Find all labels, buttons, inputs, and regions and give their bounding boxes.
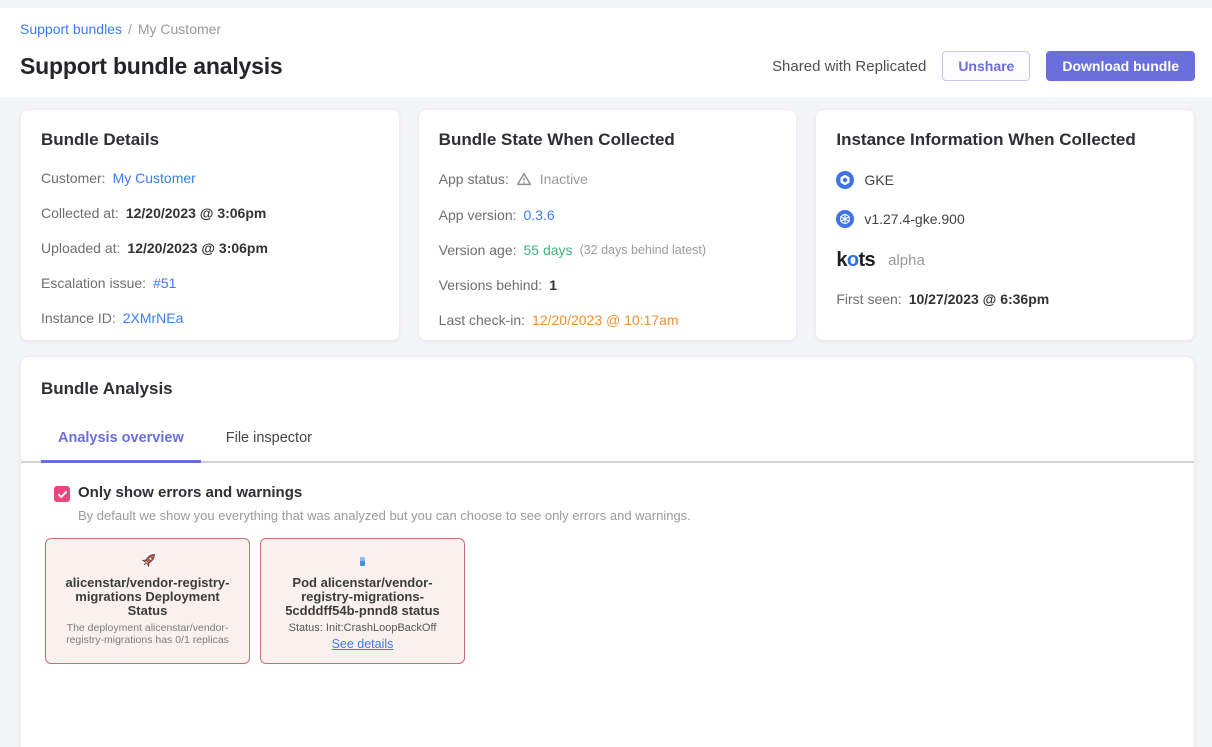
analysis-tabs: Analysis overview File inspector (21, 430, 1194, 463)
breadcrumb-separator: / (128, 21, 132, 37)
analysis-card-message: The deployment alicenstar/vendor-registr… (54, 622, 241, 646)
only-errors-checkbox[interactable] (54, 486, 70, 502)
first-seen-value: 10/27/2023 @ 6:36pm (909, 292, 1050, 306)
instance-id-link[interactable]: 2XMrNEa (123, 311, 184, 325)
version-age-note: (32 days behind latest) (580, 244, 706, 257)
distribution-row: GKE (836, 171, 1174, 189)
page-title: Support bundle analysis (20, 53, 283, 80)
app-version-label: App version: (439, 208, 517, 222)
see-details-link[interactable]: See details (332, 637, 394, 651)
shared-status-text: Shared with Replicated (772, 58, 926, 75)
breadcrumb-current: My Customer (138, 21, 221, 37)
instance-id-row: Instance ID: 2XMrNEa (41, 311, 379, 325)
app-version-row: App version: 0.3.6 (439, 208, 777, 222)
escalation-issue-link[interactable]: #51 (153, 276, 176, 290)
tab-file-inspector[interactable]: File inspector (209, 430, 329, 461)
only-errors-label[interactable]: Only show errors and warnings (78, 484, 691, 501)
bundle-analysis-title: Bundle Analysis (21, 379, 1194, 399)
app-status-value: Inactive (540, 172, 588, 186)
uploaded-at-label: Uploaded at: (41, 241, 120, 255)
analysis-card-deployment-status[interactable]: alicenstar/vendor-registry-migrations De… (45, 538, 250, 664)
escalation-issue-row: Escalation issue: #51 (41, 276, 379, 290)
first-seen-row: First seen: 10/27/2023 @ 6:36pm (836, 292, 1174, 306)
versions-behind-value: 1 (549, 278, 557, 292)
pod-icon (360, 549, 365, 573)
version-age-value: 55 days (524, 243, 573, 257)
first-seen-label: First seen: (836, 292, 901, 306)
collected-at-value: 12/20/2023 @ 3:06pm (126, 206, 267, 220)
version-age-row: Version age: 55 days (32 days behind lat… (439, 243, 777, 257)
warning-icon (516, 171, 532, 187)
last-checkin-value: 12/20/2023 @ 10:17am (532, 313, 679, 327)
escalation-issue-label: Escalation issue: (41, 276, 146, 290)
instance-id-label: Instance ID: (41, 311, 116, 325)
versions-behind-row: Versions behind: 1 (439, 278, 777, 292)
analysis-card-title: alicenstar/vendor-registry-migrations De… (54, 576, 241, 618)
version-age-label: Version age: (439, 243, 517, 257)
app-version-link[interactable]: 0.3.6 (524, 208, 555, 222)
rocket-icon (137, 549, 159, 573)
header: Support bundles / My Customer Support bu… (0, 8, 1212, 97)
app-status-label: App status: (439, 172, 509, 186)
last-checkin-label: Last check-in: (439, 313, 525, 327)
customer-label: Customer: (41, 171, 106, 185)
k8s-version-value: v1.27.4-gke.900 (864, 212, 964, 226)
kots-row: kots alpha (836, 251, 1174, 269)
bundle-state-title: Bundle State When Collected (439, 130, 777, 150)
instance-info-card: Instance Information When Collected GKE … (815, 109, 1195, 341)
unshare-button[interactable]: Unshare (942, 51, 1030, 81)
distribution-value: GKE (864, 173, 894, 187)
kots-logo: kots (836, 251, 875, 269)
customer-row: Customer: My Customer (41, 171, 379, 185)
bundle-analysis-panel: Bundle Analysis Analysis overview File i… (20, 356, 1195, 747)
errors-filter-row: Only show errors and warnings By default… (54, 484, 1174, 523)
last-checkin-row: Last check-in: 12/20/2023 @ 10:17am (439, 313, 777, 327)
kubernetes-icon (836, 210, 854, 228)
collected-at-row: Collected at: 12/20/2023 @ 3:06pm (41, 206, 379, 220)
uploaded-at-value: 12/20/2023 @ 3:06pm (127, 241, 268, 255)
versions-behind-label: Versions behind: (439, 278, 543, 292)
support-bundle-analysis-page: { "colors": { "accent_purple": "#6a6fdd"… (0, 8, 1212, 747)
app-status-row: App status: Inactive (439, 171, 777, 187)
analysis-card-pod-status[interactable]: Pod alicenstar/vendor-registry-migration… (260, 538, 465, 664)
analysis-card-title: Pod alicenstar/vendor-registry-migration… (269, 576, 456, 618)
analysis-results: alicenstar/vendor-registry-migrations De… (45, 538, 1174, 664)
bundle-details-title: Bundle Details (41, 130, 379, 150)
bundle-details-card: Bundle Details Customer: My Customer Col… (20, 109, 400, 341)
summary-cards-row: Bundle Details Customer: My Customer Col… (0, 97, 1212, 341)
analysis-card-status: Status: Init:CrashLoopBackOff (289, 622, 437, 634)
gke-icon (836, 171, 854, 189)
collected-at-label: Collected at: (41, 206, 119, 220)
kots-channel-label: alpha (888, 253, 925, 268)
customer-link[interactable]: My Customer (113, 171, 196, 185)
breadcrumb-link-support-bundles[interactable]: Support bundles (20, 21, 122, 37)
k8s-version-row: v1.27.4-gke.900 (836, 210, 1174, 228)
breadcrumb: Support bundles / My Customer (20, 21, 1195, 37)
uploaded-at-row: Uploaded at: 12/20/2023 @ 3:06pm (41, 241, 379, 255)
instance-info-title: Instance Information When Collected (836, 130, 1174, 150)
tab-analysis-overview[interactable]: Analysis overview (41, 430, 201, 463)
bundle-state-card: Bundle State When Collected App status: … (418, 109, 798, 341)
download-bundle-button[interactable]: Download bundle (1046, 51, 1195, 81)
only-errors-description: By default we show you everything that w… (78, 508, 691, 523)
